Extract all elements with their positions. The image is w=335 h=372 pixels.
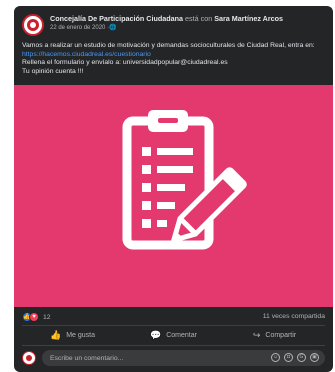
share-button[interactable]: ↪ Compartir [224,327,325,343]
thumbs-up-icon: 👍 [49,329,62,340]
post-header: Concejalía De Participación Ciudadana es… [22,13,325,39]
globe-icon: ·🌐 [107,25,117,31]
post-text-line-2: Rellena el formulario y envíalo a: unive… [22,59,228,67]
page-avatar[interactable] [22,14,44,36]
clipboard-pencil-icon [122,110,247,250]
gif-icon[interactable]: G [297,353,306,362]
divider [22,345,325,346]
post-meta: 22 de enero de 2020 ·🌐 [50,24,117,32]
like-button[interactable]: 👍 Me gusta [22,327,123,343]
facebook-post: Concejalía De Participación Ciudadana es… [14,6,333,372]
user-avatar[interactable] [22,351,36,365]
comment-input[interactable] [50,350,240,366]
post-stats: 👍 ♥ 12 11 veces compartida [22,311,325,323]
comment-composer: ☺ ◘ G ▣ [22,350,325,366]
tagged-person-link[interactable]: Sara Martínez Arcos [214,14,283,23]
post-date[interactable]: 22 de enero de 2020 [50,25,105,31]
camera-icon[interactable]: ◘ [284,353,293,362]
post-author-line: Concejalía De Participación Ciudadana es… [50,14,325,23]
comment-icon: 💬 [150,329,162,340]
post-text-line-1: Vamos a realizar un estudio de motivació… [22,42,315,49]
comment-label: Comentar [166,331,197,339]
with-text: está con [185,14,213,23]
comment-tools: ☺ ◘ G ▣ [271,353,319,363]
emoji-icon[interactable]: ☺ [271,353,280,362]
questionnaire-link[interactable]: https://hacemos.ciudadreal.es/cuestionar… [22,51,325,60]
post-image[interactable] [14,85,333,307]
sticker-icon[interactable]: ▣ [310,353,319,362]
page-name-link[interactable]: Concejalía De Participación Ciudadana [50,14,183,23]
love-reaction-icon: ♥ [29,312,39,322]
post-text: Vamos a realizar un estudio de motivació… [22,42,325,76]
share-label: Compartir [265,331,297,339]
like-label: Me gusta [66,331,95,339]
post-text-line-3: Tu opinión cuenta !!! [22,67,84,75]
comment-box[interactable]: ☺ ◘ G ▣ [42,350,325,366]
comment-button[interactable]: 💬 Comentar [123,327,224,343]
share-icon: ↪ [252,329,261,340]
divider [22,325,325,326]
post-actions: 👍 Me gusta 💬 Comentar ↪ Compartir [22,327,325,343]
reaction-count[interactable]: 12 [43,312,51,324]
share-count[interactable]: 11 veces compartida [263,311,325,323]
